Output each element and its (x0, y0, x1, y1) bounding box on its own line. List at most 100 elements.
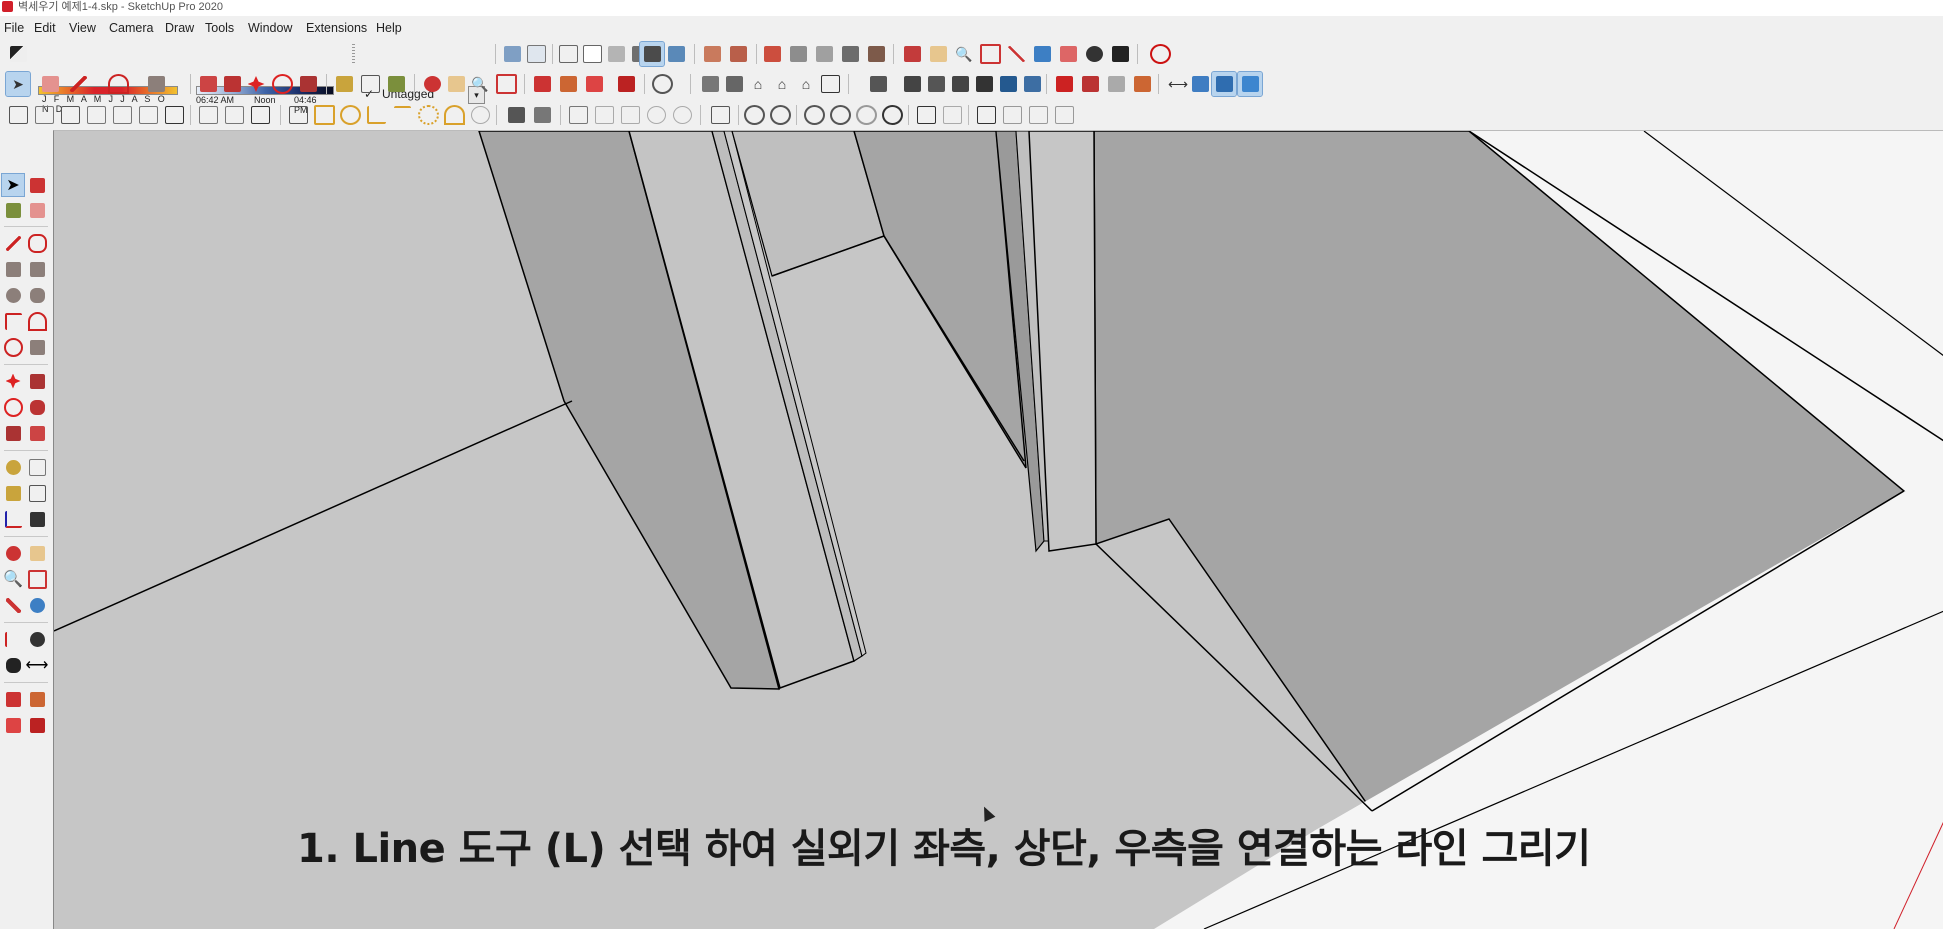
paint-bucket-icon[interactable] (2, 199, 24, 221)
top-view-icon[interactable] (786, 42, 810, 66)
wireframe-icon[interactable] (556, 42, 580, 66)
back-view-icon[interactable] (864, 42, 888, 66)
toolbar-grip[interactable] (352, 44, 355, 64)
rotate-icon[interactable] (2, 396, 24, 418)
sandbox-contours-icon[interactable] (700, 42, 724, 66)
sandbox-scratch-icon[interactable] (726, 42, 750, 66)
solid-tool-icon[interactable] (1130, 72, 1154, 96)
move-icon[interactable] (244, 72, 268, 96)
component-icon[interactable] (972, 72, 996, 96)
follow-me-icon[interactable] (220, 72, 244, 96)
orbit-icon[interactable] (420, 72, 444, 96)
dynamic-component-interact-icon[interactable] (1211, 71, 1237, 97)
look-around-icon[interactable] (26, 628, 48, 650)
window-icon[interactable] (1026, 103, 1050, 127)
extension-warehouse-icon[interactable] (556, 72, 580, 96)
component-icon[interactable] (924, 72, 948, 96)
zoom-icon[interactable]: 🔍 (468, 72, 492, 96)
look-around-icon[interactable] (1082, 42, 1106, 66)
solid-tool-icon[interactable] (1078, 72, 1102, 96)
component-icon[interactable] (26, 174, 48, 196)
push-pull-icon[interactable] (26, 370, 48, 392)
eraser-icon[interactable] (38, 72, 62, 96)
zoom-extents-icon[interactable] (1004, 42, 1028, 66)
house-outline-icon[interactable] (818, 72, 842, 96)
two-point-arc-icon[interactable] (26, 310, 48, 332)
text-icon[interactable] (26, 482, 48, 504)
section-icon[interactable] (618, 103, 642, 127)
window-icon[interactable] (974, 103, 998, 127)
arc-icon[interactable] (2, 310, 24, 332)
freehand-icon[interactable] (26, 232, 48, 254)
style-icon[interactable] (530, 103, 554, 127)
tape-measure-icon[interactable] (332, 72, 356, 96)
eraser-icon[interactable] (6, 42, 30, 66)
box-icon[interactable] (32, 103, 56, 127)
trim-icon[interactable] (854, 103, 878, 127)
position-camera-icon[interactable] (1056, 42, 1080, 66)
material-icon[interactable] (110, 103, 134, 127)
layout-icon[interactable] (940, 103, 964, 127)
style-icon[interactable] (504, 103, 528, 127)
solid-union-icon[interactable] (742, 103, 766, 127)
menu-file[interactable]: File (4, 18, 24, 38)
zoom-extents-icon[interactable] (494, 72, 518, 96)
component-icon[interactable] (948, 72, 972, 96)
section-plane-icon[interactable] (900, 42, 924, 66)
outer-shell-icon[interactable] (802, 103, 826, 127)
hidden-line-icon[interactable] (580, 42, 604, 66)
pencil-icon[interactable] (2, 232, 24, 254)
solid-subtract-icon[interactable] (768, 103, 792, 127)
tape-measure-icon[interactable] (2, 456, 24, 478)
pan-icon[interactable] (26, 542, 48, 564)
box-icon[interactable] (58, 103, 82, 127)
push-pull-icon[interactable] (196, 72, 220, 96)
dimension-icon[interactable] (26, 456, 48, 478)
pie-icon[interactable] (26, 336, 48, 358)
back-edges-icon[interactable] (524, 42, 548, 66)
sphere-icon[interactable] (468, 103, 492, 127)
split-icon[interactable] (880, 103, 904, 127)
house-outline-icon[interactable]: ⌂ (770, 72, 794, 96)
right-view-icon[interactable] (838, 42, 862, 66)
house-outline-icon[interactable]: ⌂ (794, 72, 818, 96)
front-view-icon[interactable] (812, 42, 836, 66)
section-icon[interactable] (670, 103, 694, 127)
layout-icon[interactable] (914, 103, 938, 127)
axes-icon[interactable]: ⟷ (1166, 72, 1190, 96)
zoom-icon[interactable]: 🔍 (2, 568, 24, 590)
section-icon[interactable] (566, 103, 590, 127)
3d-warehouse-icon[interactable] (530, 72, 554, 96)
grid-icon[interactable] (196, 103, 220, 127)
walk-icon[interactable] (2, 654, 24, 676)
arc-icon[interactable] (106, 72, 130, 96)
hand-icon[interactable] (708, 103, 732, 127)
walk-icon[interactable] (1108, 42, 1132, 66)
component-icon[interactable] (1020, 72, 1044, 96)
menu-help[interactable]: Help (376, 18, 402, 38)
share-model-icon[interactable] (2, 714, 24, 736)
extension-manager-icon[interactable] (26, 714, 48, 736)
axes-icon[interactable] (2, 508, 24, 530)
text-icon[interactable] (358, 72, 382, 96)
component-icon[interactable] (900, 72, 924, 96)
menu-edit[interactable]: Edit (34, 18, 56, 38)
move-icon[interactable] (2, 370, 24, 392)
section-icon[interactable] (644, 103, 668, 127)
share-model-icon[interactable] (582, 72, 606, 96)
bulb-icon[interactable] (312, 103, 336, 127)
section-plane-icon[interactable]: ⟷ (26, 654, 49, 676)
monochrome-icon[interactable] (639, 41, 665, 67)
protractor-icon[interactable] (2, 482, 24, 504)
menu-view[interactable]: View (69, 18, 96, 38)
extension-warehouse-icon[interactable] (26, 688, 48, 710)
rotate-icon[interactable] (270, 72, 294, 96)
paint-bucket-icon[interactable] (384, 72, 408, 96)
house-style-icon[interactable] (722, 72, 746, 96)
home-icon[interactable]: ⌂ (746, 72, 770, 96)
style-face-icon[interactable] (664, 42, 688, 66)
3d-text-icon[interactable] (26, 508, 48, 530)
rotated-rectangle-icon[interactable] (26, 258, 48, 280)
rectangle-icon[interactable] (144, 72, 168, 96)
iso-view-icon[interactable] (760, 42, 784, 66)
